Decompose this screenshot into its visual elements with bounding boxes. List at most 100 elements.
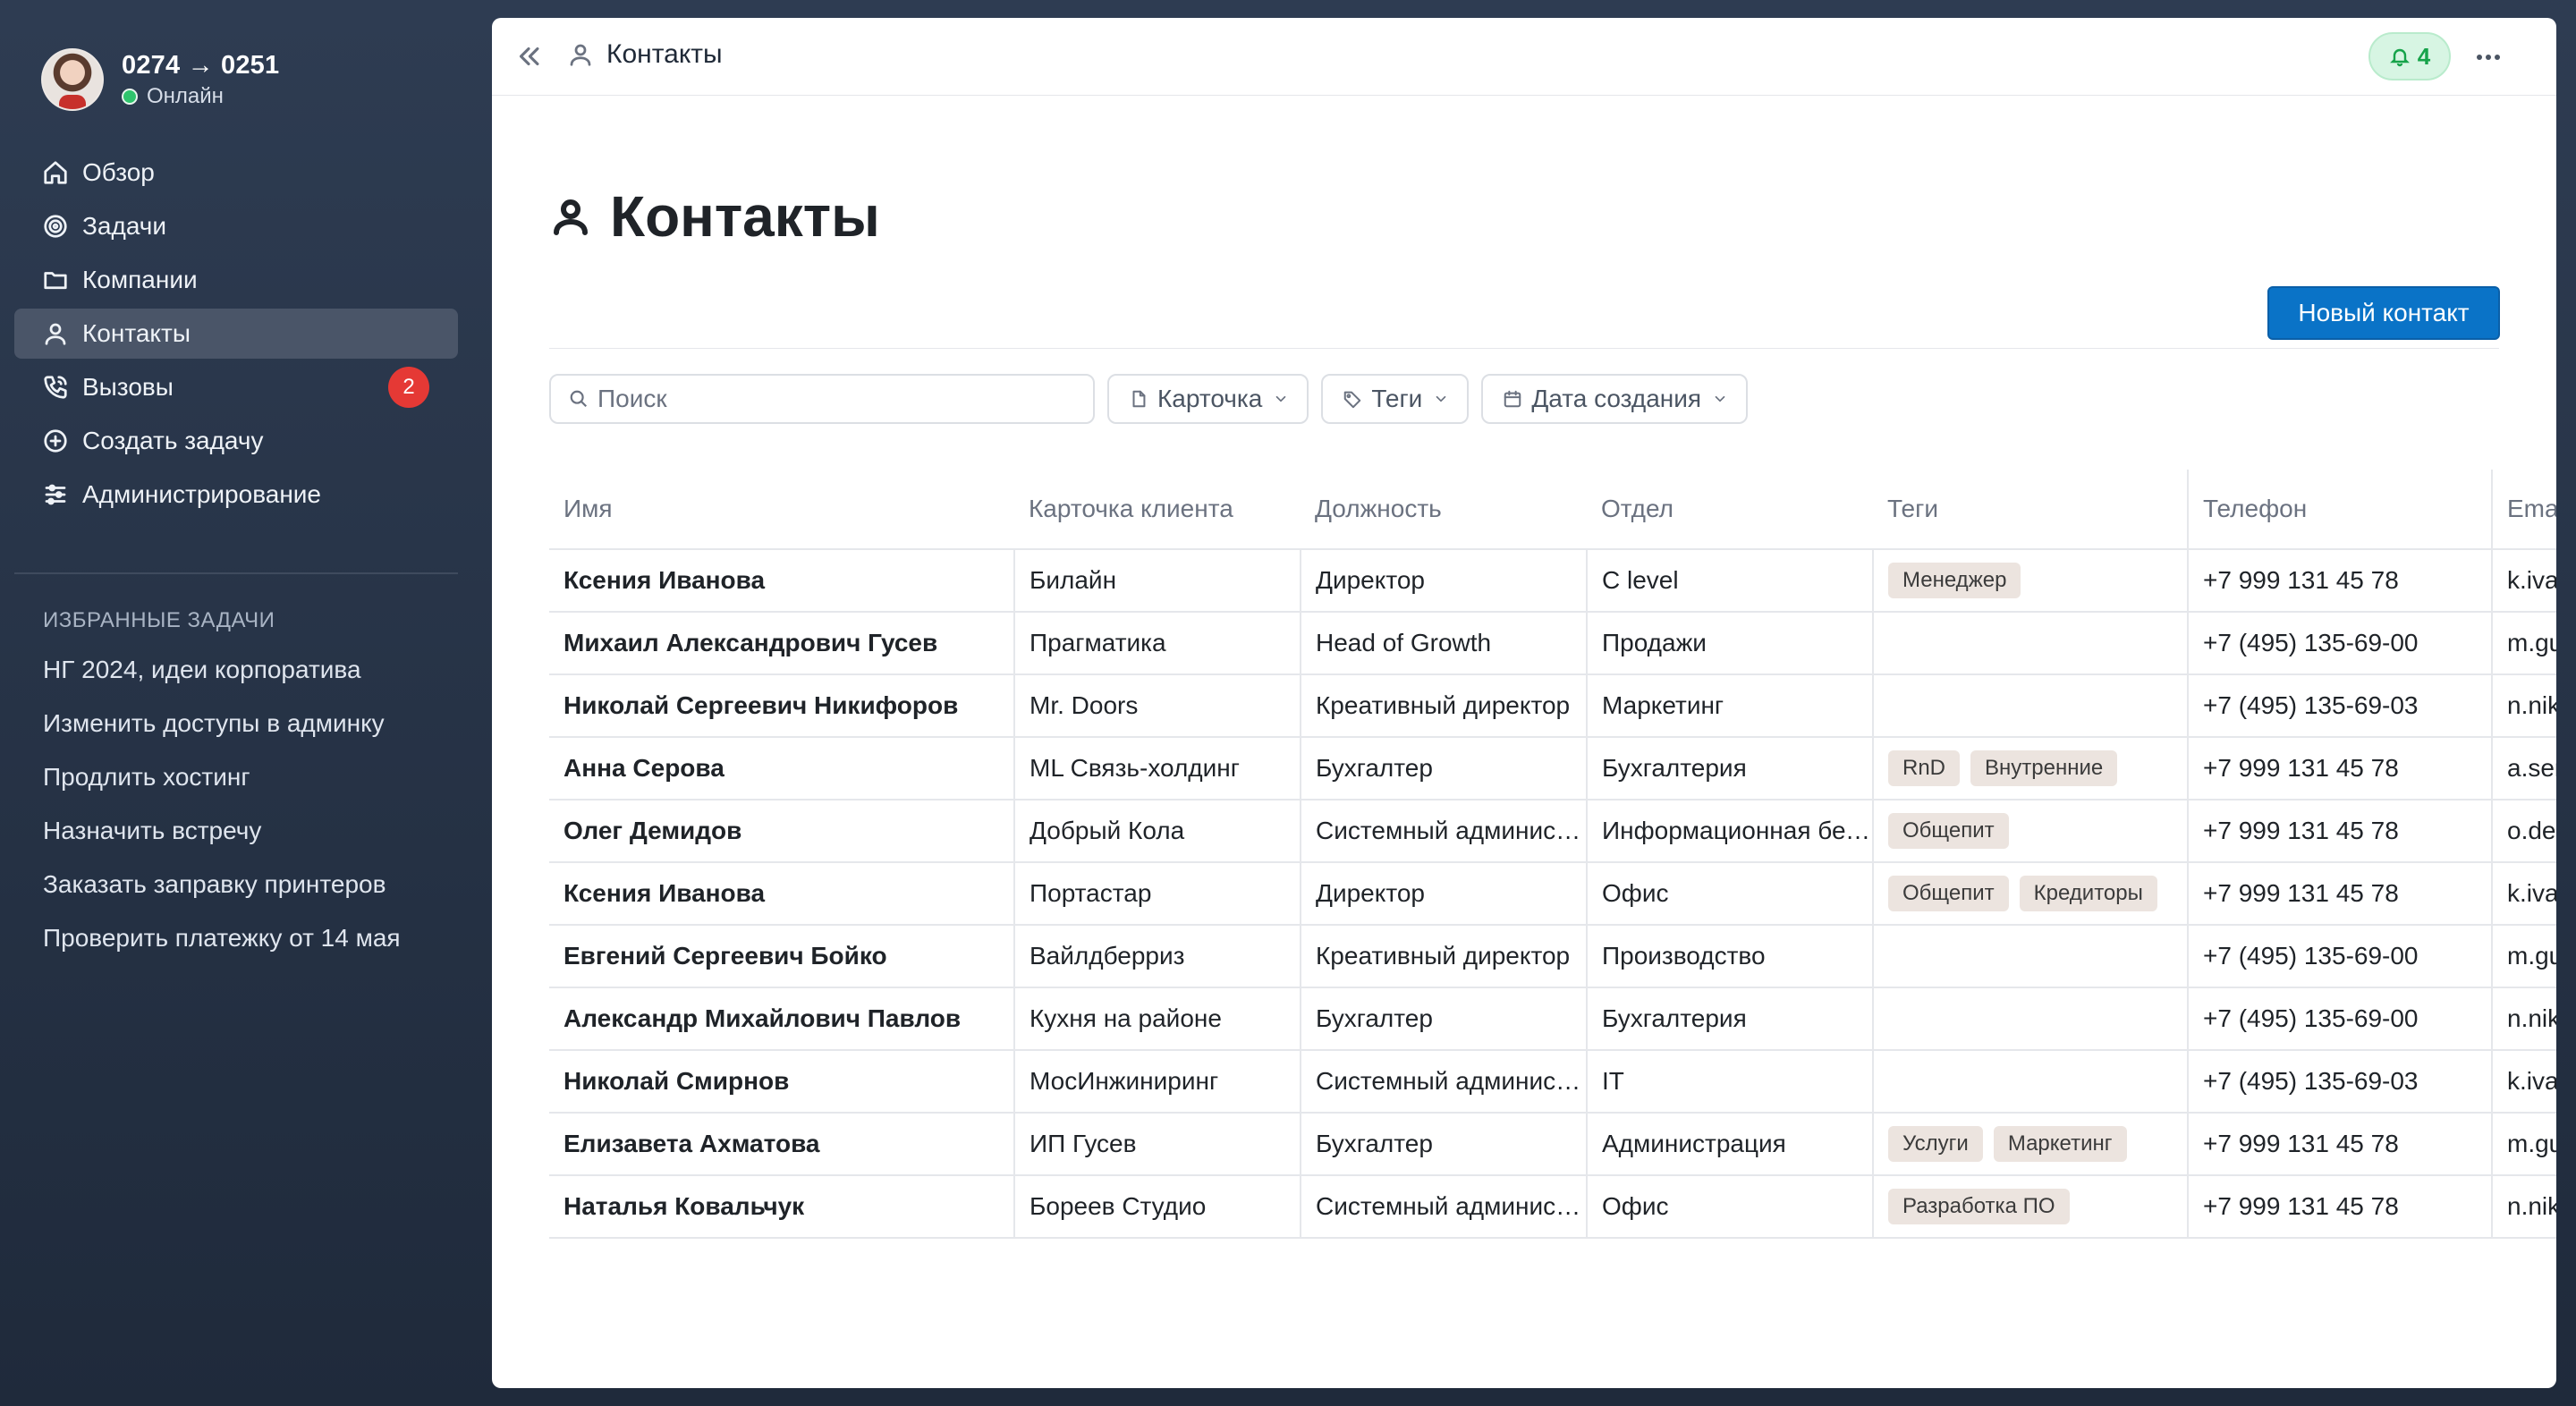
table-row[interactable]: Николай Смирнов МосИнжиниринг Системный ад… xyxy=(549,1050,2556,1114)
created-date-filter-dropdown[interactable]: Дата создания xyxy=(1481,374,1749,424)
tag-chip[interactable]: Услуги xyxy=(1888,1126,1983,1162)
table-row[interactable]: Александр Михайлович Павлов Кухня на райо… xyxy=(549,987,2556,1051)
tags-cell xyxy=(1873,1050,2189,1114)
avatar[interactable] xyxy=(41,48,104,111)
tag-chip[interactable]: Общепит xyxy=(1888,876,2009,911)
online-status-icon xyxy=(122,88,138,105)
table-row[interactable]: Наталья Ковальчук Бореев Студио Системный … xyxy=(549,1175,2556,1239)
sidebar-item-label: Вызовы xyxy=(82,373,174,401)
card-filter-label: Карточка xyxy=(1157,385,1263,412)
tag-chip[interactable]: Разработка ПО xyxy=(1888,1189,2070,1224)
tag-chip[interactable]: Общепит xyxy=(1888,813,2009,849)
table-row[interactable]: Николай Сергеевич Никифоров Mr. Doors Креа… xyxy=(549,674,2556,738)
sidebar-item-label: Задачи xyxy=(82,212,167,240)
new-contact-button[interactable]: Новый контакт xyxy=(2267,286,2500,340)
column-header-card[interactable]: Карточка клиента xyxy=(1014,470,1301,550)
tags-filter-dropdown[interactable]: Теги xyxy=(1321,374,1470,424)
department: Офис xyxy=(1587,1175,1874,1239)
column-header-phone[interactable]: Телефон xyxy=(2187,470,2492,550)
tags-cell xyxy=(1873,925,2189,988)
column-header-department[interactable]: Отдел xyxy=(1587,470,1873,550)
table-row[interactable]: Олег Демидов Добрый Кола Системный админис… xyxy=(549,800,2556,863)
table-row[interactable]: Ксения Иванова Билайн Директор C level Менед… xyxy=(549,549,2556,613)
column-header-email[interactable]: Email xyxy=(2491,470,2556,550)
contact-name: Анна Серова xyxy=(549,737,1015,800)
tag-chip[interactable]: Менеджер xyxy=(1888,563,2021,598)
favorite-task[interactable]: Изменить доступы в админку xyxy=(43,704,401,758)
user-profile[interactable]: 0274 → 0251 Онлайн xyxy=(41,48,279,111)
sidebar-item-label: Компании xyxy=(82,266,198,293)
sidebar-item-contacts[interactable]: Контакты xyxy=(14,309,458,359)
user-icon xyxy=(570,44,591,66)
favorites-heading: ИЗБРАННЫЕ ЗАДАЧИ xyxy=(43,608,275,632)
position: Системный администратор xyxy=(1301,1175,1588,1239)
favorite-task[interactable]: НГ 2024, идеи корпоратива xyxy=(43,650,401,704)
position: Креативный директор xyxy=(1301,925,1588,988)
chevron-down-icon xyxy=(1715,395,1725,402)
position: Бухгалтер xyxy=(1301,1113,1588,1176)
table-row[interactable]: Ксения Иванова Портастар Директор Офис Общеп… xyxy=(549,862,2556,926)
user-status-label: Онлайн xyxy=(147,83,224,108)
tag-chip[interactable]: Маркетинг xyxy=(1993,1126,2127,1162)
sidebar-item-create-task[interactable]: Создать задачу xyxy=(14,416,458,466)
contact-name: Елизавета Ахматова xyxy=(549,1113,1015,1176)
topbar: Контакты 4 xyxy=(492,18,2556,96)
tag-chip[interactable]: Внутренние xyxy=(1970,750,2118,786)
department: Бухгалтерия xyxy=(1587,987,1874,1051)
client-card: Mr. Doors xyxy=(1014,674,1301,738)
search-input[interactable]: Поиск xyxy=(549,374,1095,424)
calls-count-badge: 2 xyxy=(388,367,429,408)
favorite-task[interactable]: Назначить встречу xyxy=(43,811,401,865)
sidebar-item-label: Контакты xyxy=(82,319,191,347)
client-card: Кухня на районе xyxy=(1014,987,1301,1051)
column-header-tags[interactable]: Теги xyxy=(1873,470,2188,550)
sidebar-nav: Обзор Задачи Компании Контакты Вызовы 2 … xyxy=(14,148,458,523)
table-row[interactable]: Михаил Александрович Гусев Прагматика Head… xyxy=(549,612,2556,675)
contacts-table: Имя Карточка клиента Должность Отдел Тег… xyxy=(549,470,2556,1239)
email: n.nikiforov@mail.ru xyxy=(2492,674,2556,738)
department: IT xyxy=(1587,1050,1874,1114)
user-status: Онлайн xyxy=(122,84,279,109)
favorites-list: НГ 2024, идеи корпоратива Изменить досту… xyxy=(43,650,401,972)
table-row[interactable]: Евгений Сергеевич Бойко Вайлдберриз Креати… xyxy=(549,925,2556,988)
more-options-icon[interactable] xyxy=(2470,39,2506,75)
notifications-button[interactable]: 4 xyxy=(2368,32,2451,80)
tags-filter-label: Теги xyxy=(1371,385,1423,412)
client-card: Билайн xyxy=(1014,549,1301,613)
table-row[interactable]: Анна Серова ML Связь-холдинг Бухгалтер Бухг… xyxy=(549,737,2556,800)
email: n.nikiforov@mail.ru xyxy=(2492,987,2556,1051)
tags-cell: Разработка ПО xyxy=(1873,1175,2189,1239)
position: Системный администратор xyxy=(1301,1050,1588,1114)
sidebar-item-overview[interactable]: Обзор xyxy=(14,148,458,198)
favorite-task[interactable]: Проверить платежку от 14 мая xyxy=(43,919,401,972)
client-card: Портастар xyxy=(1014,862,1301,926)
table-row[interactable]: Елизавета Ахматова ИП Гусев Бухгалтер Админ… xyxy=(549,1113,2556,1176)
favorite-task[interactable]: Продлить хостинг xyxy=(43,758,401,811)
collapse-sidebar-icon[interactable] xyxy=(513,41,544,72)
sidebar-item-tasks[interactable]: Задачи xyxy=(14,201,458,251)
page-title: Контакты xyxy=(549,183,880,250)
page-title-label: Контакты xyxy=(610,184,880,249)
sidebar-item-companies[interactable]: Компании xyxy=(14,255,458,305)
contact-name: Михаил Александрович Гусев xyxy=(549,612,1015,675)
folder-icon xyxy=(41,266,70,294)
department: Маркетинг xyxy=(1587,674,1874,738)
sidebar-item-admin[interactable]: Администрирование xyxy=(14,470,458,520)
contact-name: Ксения Иванова xyxy=(549,549,1015,613)
phone: +7 999 131 45 78 xyxy=(2188,1175,2493,1239)
phone: +7 999 131 45 78 xyxy=(2188,1113,2493,1176)
card-filter-dropdown[interactable]: Карточка xyxy=(1107,374,1309,424)
column-header-name[interactable]: Имя xyxy=(549,470,1014,550)
favorite-task[interactable]: Заказать заправку принтеров xyxy=(43,865,401,919)
tag-chip[interactable]: Кредиторы xyxy=(2019,876,2157,911)
phone: +7 (495) 135-69-00 xyxy=(2188,612,2493,675)
tags-cell: RnD Внутренние xyxy=(1873,737,2189,800)
sidebar-item-label: Создать задачу xyxy=(82,427,264,454)
sidebar-item-calls[interactable]: Вызовы 2 xyxy=(14,362,458,412)
email: m.gusev@mail.ru xyxy=(2492,612,2556,675)
document-icon xyxy=(1132,390,1146,408)
notifications-count: 4 xyxy=(2417,42,2431,70)
column-header-position[interactable]: Должность xyxy=(1301,470,1587,550)
tag-chip[interactable]: RnD xyxy=(1888,750,1961,786)
filter-bar: Поиск Карточка Теги Дата создания xyxy=(549,374,1760,424)
